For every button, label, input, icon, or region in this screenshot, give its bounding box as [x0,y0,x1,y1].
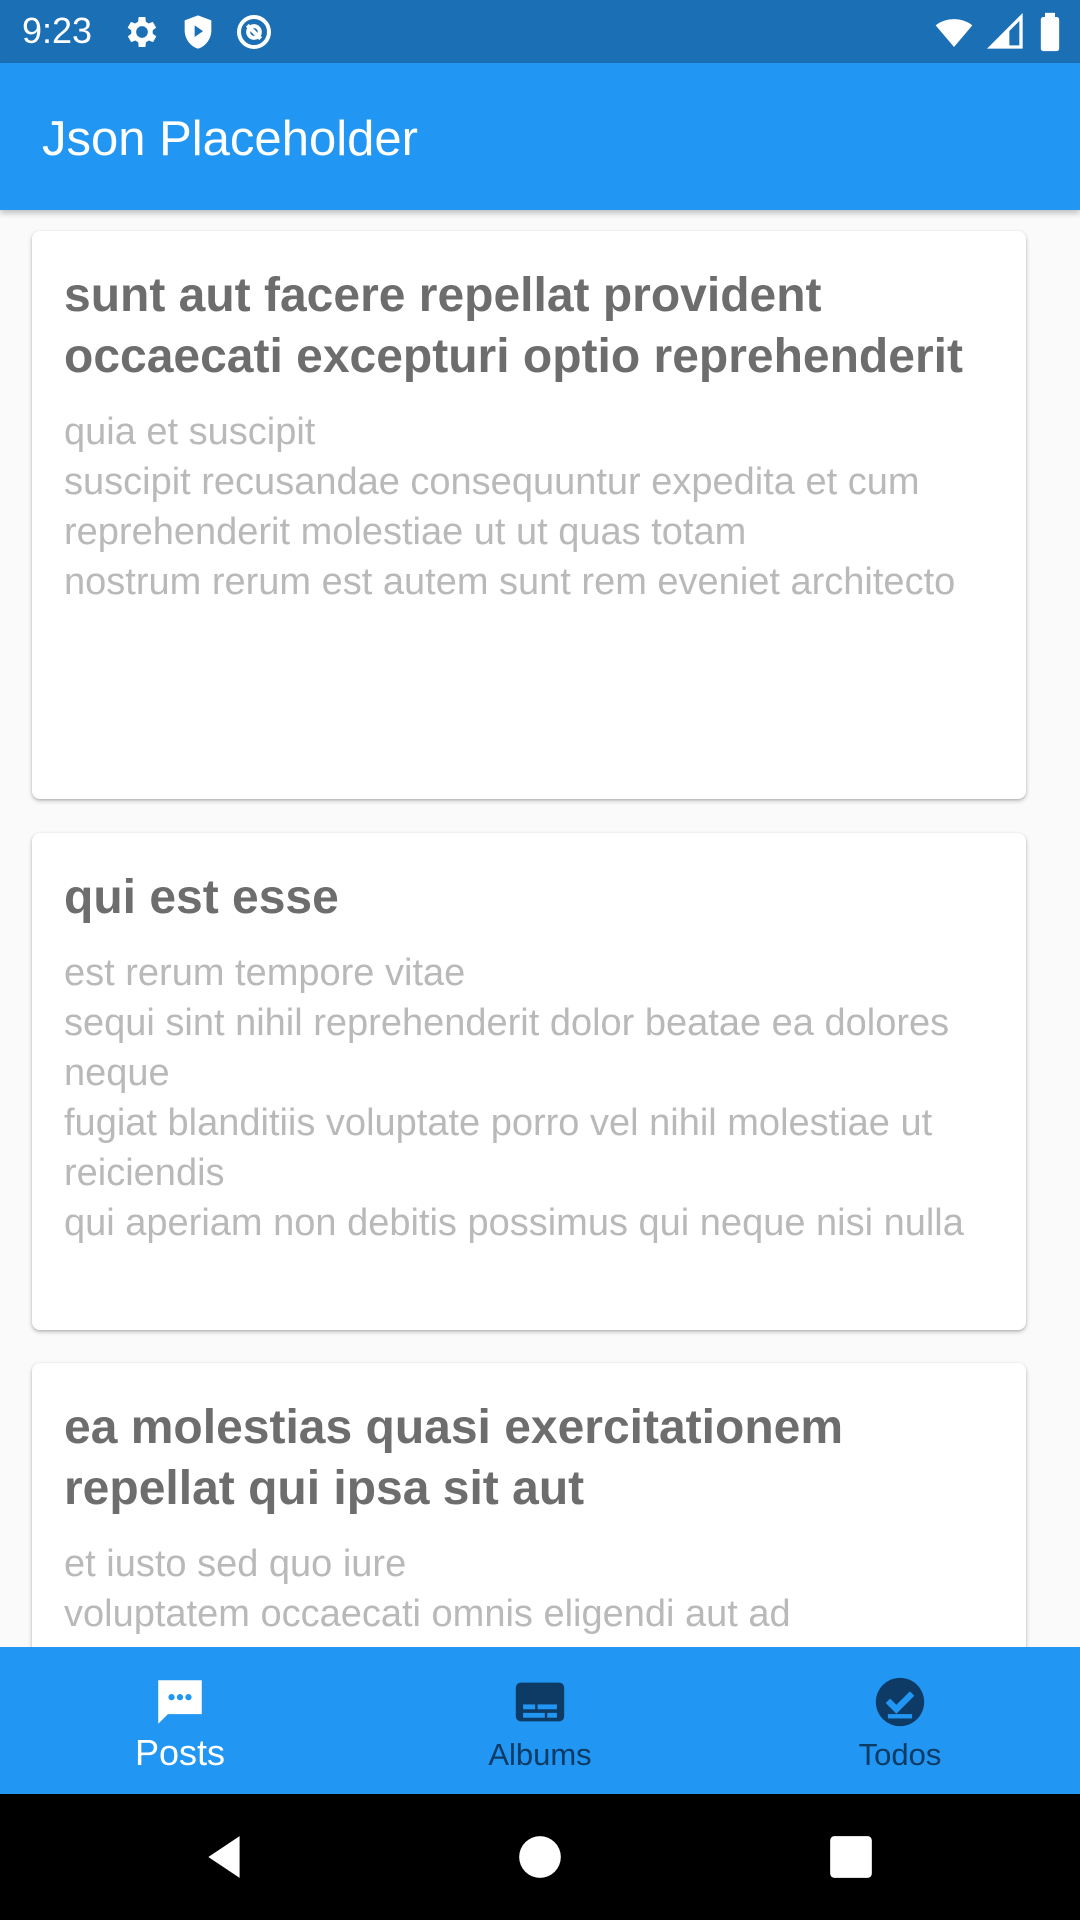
system-navigation-bar [0,1794,1080,1920]
status-time: 9:23 [22,10,93,51]
nav-label-todos: Todos [858,1737,942,1772]
post-title: qui est esse [64,871,339,924]
nav-item-albums[interactable]: Albums [360,1647,720,1794]
at-sign-icon [234,12,274,52]
post-title: ea molestias quasi exercitationem repell… [64,1401,844,1515]
nav-label-posts: Posts [134,1732,226,1773]
chat-bubble-icon [151,1673,209,1731]
nav-label-albums: Albums [488,1737,592,1772]
app-bar: Json Placeholder [0,63,1080,210]
bottom-navigation: Posts Albums Todos [0,1647,1080,1794]
battery-icon [1038,12,1062,52]
wifi-icon [934,12,974,52]
post-title: sunt aut facere repellat provident occae… [64,269,963,383]
nav-item-posts[interactable]: Posts [0,1647,360,1794]
post-card[interactable]: qui est esse est rerum tempore vitae seq… [32,833,1026,1330]
status-icons-left [122,12,274,52]
post-card[interactable]: sunt aut facere repellat provident occae… [32,231,1026,799]
shield-icon [178,12,218,52]
gear-icon [122,12,162,52]
album-icon [511,1673,569,1731]
back-icon[interactable] [200,1832,250,1882]
check-circle-icon [871,1673,929,1731]
signal-icon [986,12,1026,52]
app-title: Json Placeholder [42,112,418,166]
post-body: quia et suscipit suscipit recusandae con… [64,411,956,603]
nav-item-todos[interactable]: Todos [720,1647,1080,1794]
post-card[interactable]: ea molestias quasi exercitationem repell… [32,1363,1026,1647]
recents-icon[interactable] [826,1832,876,1882]
post-body: et iusto sed quo iure voluptatem occaeca… [64,1543,791,1635]
home-icon[interactable] [515,1832,565,1882]
post-body: est rerum tempore vitae sequi sint nihil… [64,952,964,1244]
status-icons-right [934,12,1062,52]
posts-list[interactable]: sunt aut facere repellat provident occae… [0,210,1080,1647]
status-bar: 9:23 [0,0,1080,63]
